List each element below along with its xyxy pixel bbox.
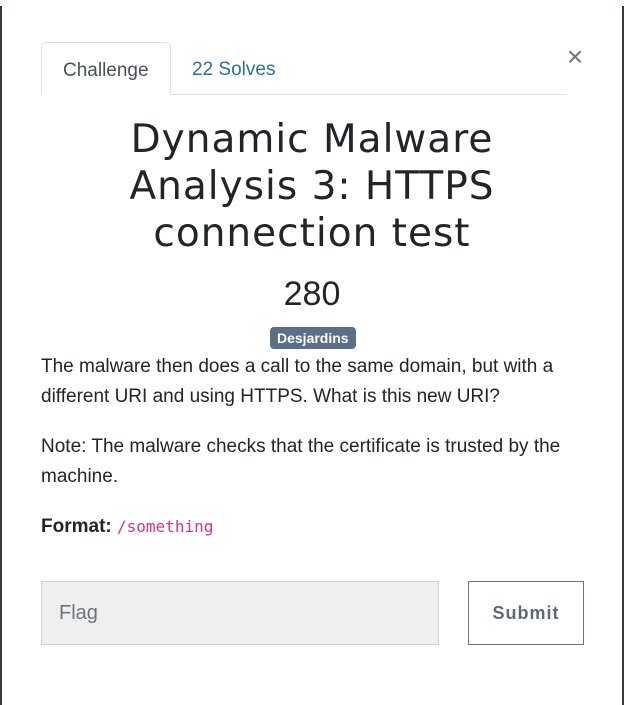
challenge-points: 280 [283,275,341,313]
challenge-description: The malware then does a call to the same… [41,356,554,407]
format-hint: Format: /something [41,512,591,542]
challenge-note: Note: The malware checks that the certif… [41,436,561,487]
flag-input[interactable] [41,581,439,645]
submit-button[interactable]: Submit [468,581,584,645]
format-value: /something [117,517,214,536]
challenge-modal: Challenge 22 Solves × Dynamic Malware An… [2,6,622,705]
tab-challenge[interactable]: Challenge [41,42,171,95]
tab-solves[interactable]: 22 Solves [171,42,296,94]
modal-tabs: Challenge 22 Solves [41,42,566,95]
challenge-title: Dynamic Malware Analysis 3: HTTPS connec… [129,117,495,256]
close-icon[interactable]: × [564,43,586,71]
format-label: Format: [41,516,112,537]
category-tag: Desjardins [270,327,356,349]
